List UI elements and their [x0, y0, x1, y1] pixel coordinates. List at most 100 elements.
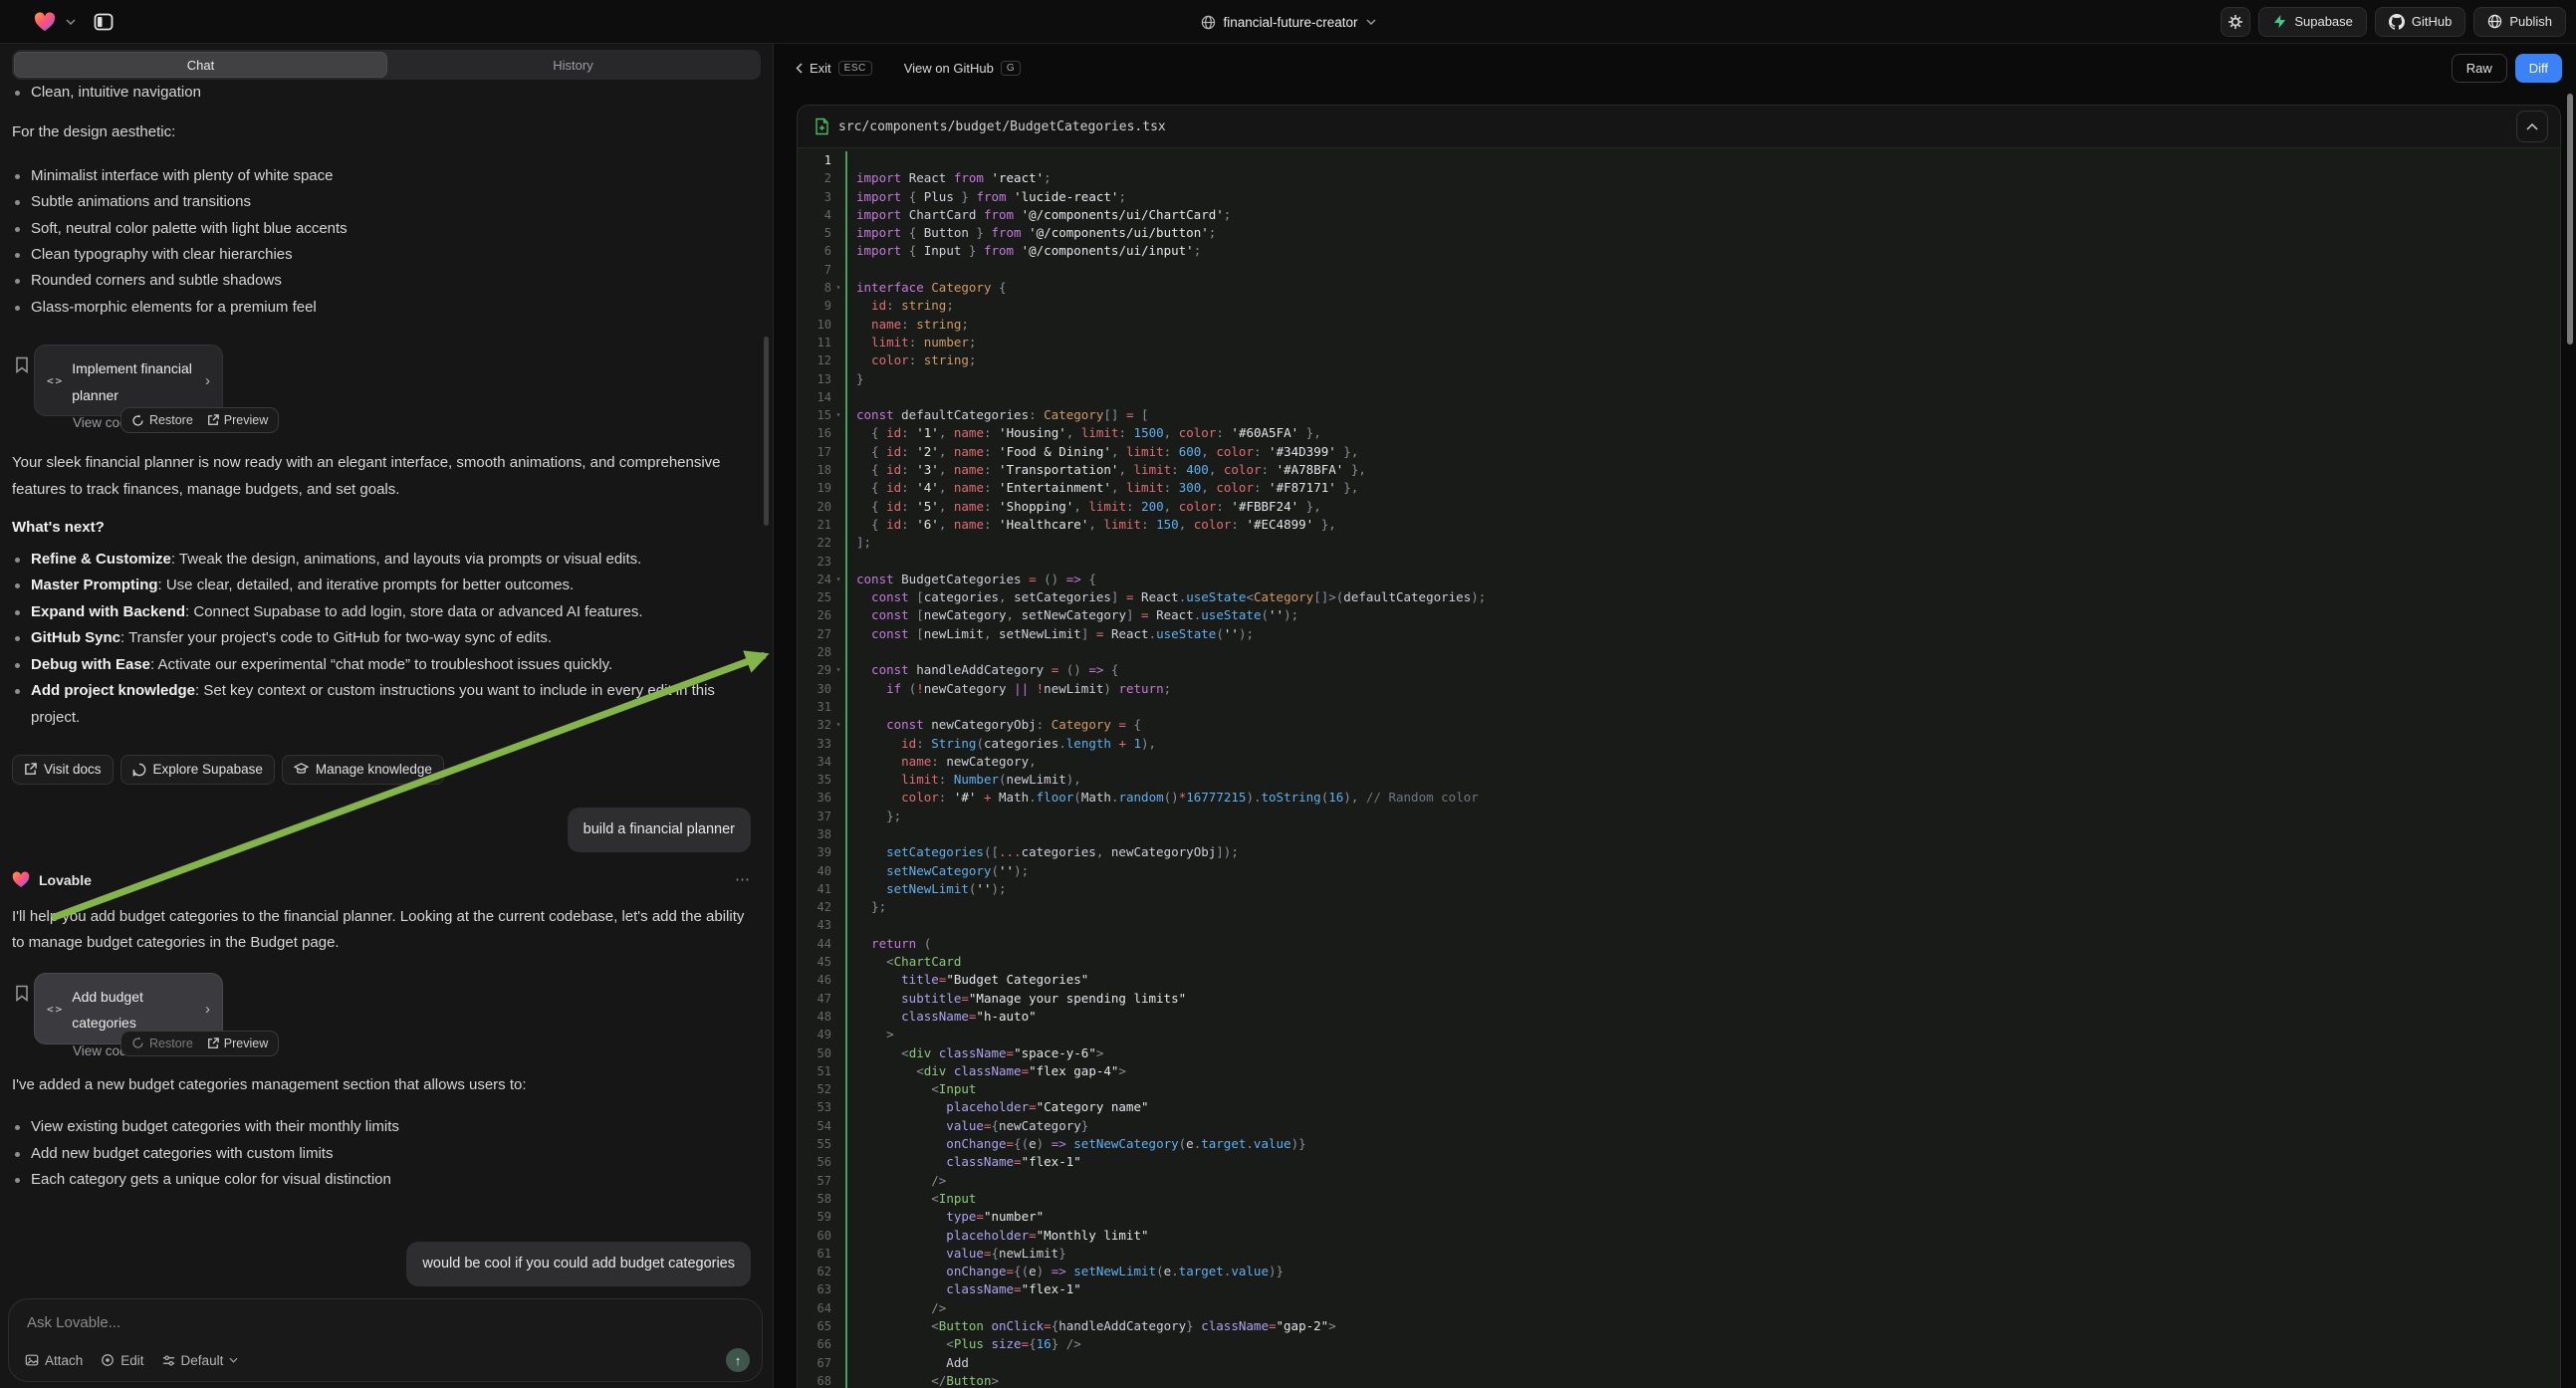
restore-button[interactable]: Restore	[131, 1031, 193, 1056]
preview-button[interactable]: Preview	[207, 1031, 268, 1056]
explore-supabase-button[interactable]: Explore Supabase	[120, 755, 275, 785]
code-line: 35 limit: Number(newLimit),	[798, 771, 2560, 789]
visit-docs-button[interactable]: Visit docs	[12, 755, 114, 785]
line-number: 5	[798, 224, 831, 242]
fold-toggle-icon	[831, 1245, 845, 1263]
line-number: 42	[798, 898, 831, 916]
code-scrollbar[interactable]	[2567, 94, 2573, 345]
line-number: 16	[798, 424, 831, 442]
line-number: 3	[798, 188, 831, 206]
bookmark-icon[interactable]	[15, 356, 29, 373]
mode-selector[interactable]: Default	[162, 1353, 239, 1368]
code-line: 47 subtitle="Manage your spending limits…	[798, 990, 2560, 1008]
assistant-name: Lovable	[39, 867, 92, 893]
code-line: 55 onChange={(e) => setNewCategory(e.tar…	[798, 1135, 2560, 1153]
send-button[interactable]: ↑	[726, 1348, 750, 1372]
code-line: 2import React from 'react';	[798, 169, 2560, 187]
list-item: Minimalist interface with plenty of whit…	[12, 163, 751, 189]
chevron-left-icon	[796, 63, 803, 74]
fold-toggle-icon	[831, 1135, 845, 1153]
fold-toggle-icon	[831, 1372, 845, 1388]
list-item: Refine & Customize: Tweak the design, an…	[12, 547, 751, 573]
fold-toggle-icon[interactable]: ▾	[831, 661, 845, 679]
code-line: 13}	[798, 370, 2560, 388]
bookmark-icon[interactable]	[15, 985, 29, 1002]
gear-icon	[2227, 14, 2243, 30]
code-line: 23	[798, 553, 2560, 571]
supabase-button[interactable]: Supabase	[2258, 7, 2367, 37]
line-number: 4	[798, 206, 831, 224]
arrow-up-icon: ↑	[735, 1353, 742, 1368]
exit-button[interactable]: Exit ESC	[796, 61, 872, 76]
restore-icon	[131, 1037, 144, 1049]
assistant-reply-intro: I've added a new budget categories manag…	[12, 1072, 751, 1098]
code-line: 62 onChange={(e) => setNewLimit(e.target…	[798, 1263, 2560, 1280]
list-item: Add new budget categories with custom li…	[12, 1141, 751, 1167]
code-view-header: Exit ESC View on GitHub G Raw Diff	[774, 44, 2576, 92]
fold-toggle-icon	[831, 261, 845, 279]
attach-button[interactable]: Attach	[25, 1353, 83, 1368]
assistant-summary: Your sleek financial planner is now read…	[12, 450, 751, 503]
line-number: 52	[798, 1080, 831, 1098]
code-line: 45 <ChartCard	[798, 953, 2560, 971]
lovable-logo-icon[interactable]	[34, 12, 56, 32]
fold-toggle-icon	[831, 1098, 845, 1116]
code-line: 67 Add	[798, 1354, 2560, 1372]
fold-toggle-icon	[831, 843, 845, 861]
supabase-icon	[2272, 14, 2287, 29]
logo-chevron-down-icon[interactable]	[66, 19, 76, 25]
sidebar-toggle-icon[interactable]	[94, 12, 114, 32]
collapse-file-button[interactable]	[2516, 111, 2548, 142]
code-line: 50 <div className="space-y-6">	[798, 1044, 2560, 1062]
code-line: 42 };	[798, 898, 2560, 916]
code-line: 22];	[798, 534, 2560, 552]
edit-button[interactable]: Edit	[101, 1353, 143, 1368]
view-on-github-button[interactable]: View on GitHub G	[904, 61, 1021, 76]
fold-toggle-icon	[831, 1280, 845, 1298]
chat-input[interactable]	[27, 1311, 744, 1333]
restore-button[interactable]: Restore	[131, 407, 193, 433]
fold-toggle-icon[interactable]: ▾	[831, 571, 845, 588]
fold-toggle-icon[interactable]: ▾	[831, 716, 845, 734]
esc-key-badge: ESC	[838, 61, 872, 76]
fold-toggle-icon	[831, 188, 845, 206]
project-selector[interactable]: financial-future-creator	[1200, 0, 1375, 44]
code-line: 66 <Plus size={16} />	[798, 1335, 2560, 1353]
fold-toggle-icon	[831, 297, 845, 315]
code-line: 15▾const defaultCategories: Category[] =…	[798, 406, 2560, 424]
code-line: 52 <Input	[798, 1080, 2560, 1098]
diff-button[interactable]: Diff	[2515, 54, 2562, 83]
fold-toggle-icon[interactable]: ▾	[831, 279, 845, 297]
manage-knowledge-button[interactable]: Manage knowledge	[282, 755, 444, 785]
line-number: 33	[798, 735, 831, 753]
fold-toggle-icon	[831, 1062, 845, 1080]
github-button[interactable]: GitHub	[2375, 7, 2465, 37]
tab-history[interactable]: History	[387, 52, 759, 78]
chat-tabs: Chat History	[12, 50, 761, 80]
list-item: Soft, neutral color palette with light b…	[12, 216, 751, 242]
line-number: 51	[798, 1062, 831, 1080]
code-line: 64 />	[798, 1299, 2560, 1317]
composer-toolbar: Attach Edit Default ↑	[25, 1348, 750, 1372]
line-number: 68	[798, 1372, 831, 1388]
raw-button[interactable]: Raw	[2452, 54, 2507, 83]
fold-toggle-icon	[831, 443, 845, 461]
line-number: 47	[798, 990, 831, 1008]
more-options-icon[interactable]: ⋯	[735, 875, 751, 885]
fold-toggle-icon	[831, 206, 845, 224]
external-link-icon	[24, 763, 37, 776]
publish-button[interactable]: Publish	[2473, 7, 2566, 37]
code-line: 1	[798, 151, 2560, 169]
line-number: 2	[798, 169, 831, 187]
line-number: 43	[798, 916, 831, 934]
tab-chat[interactable]: Chat	[14, 52, 387, 78]
code-line: 11 limit: number;	[798, 334, 2560, 351]
version-card-implement-financial-planner[interactable]: <> Implement financial planner › View co…	[34, 345, 223, 416]
preview-button[interactable]: Preview	[207, 407, 268, 433]
fold-toggle-icon[interactable]: ▾	[831, 406, 845, 424]
line-number: 22	[798, 534, 831, 552]
code-line: 6import { Input } from '@/components/ui/…	[798, 242, 2560, 260]
chat-scrollbar[interactable]	[764, 337, 769, 526]
settings-button[interactable]	[2221, 7, 2250, 37]
code-line: 14	[798, 388, 2560, 406]
